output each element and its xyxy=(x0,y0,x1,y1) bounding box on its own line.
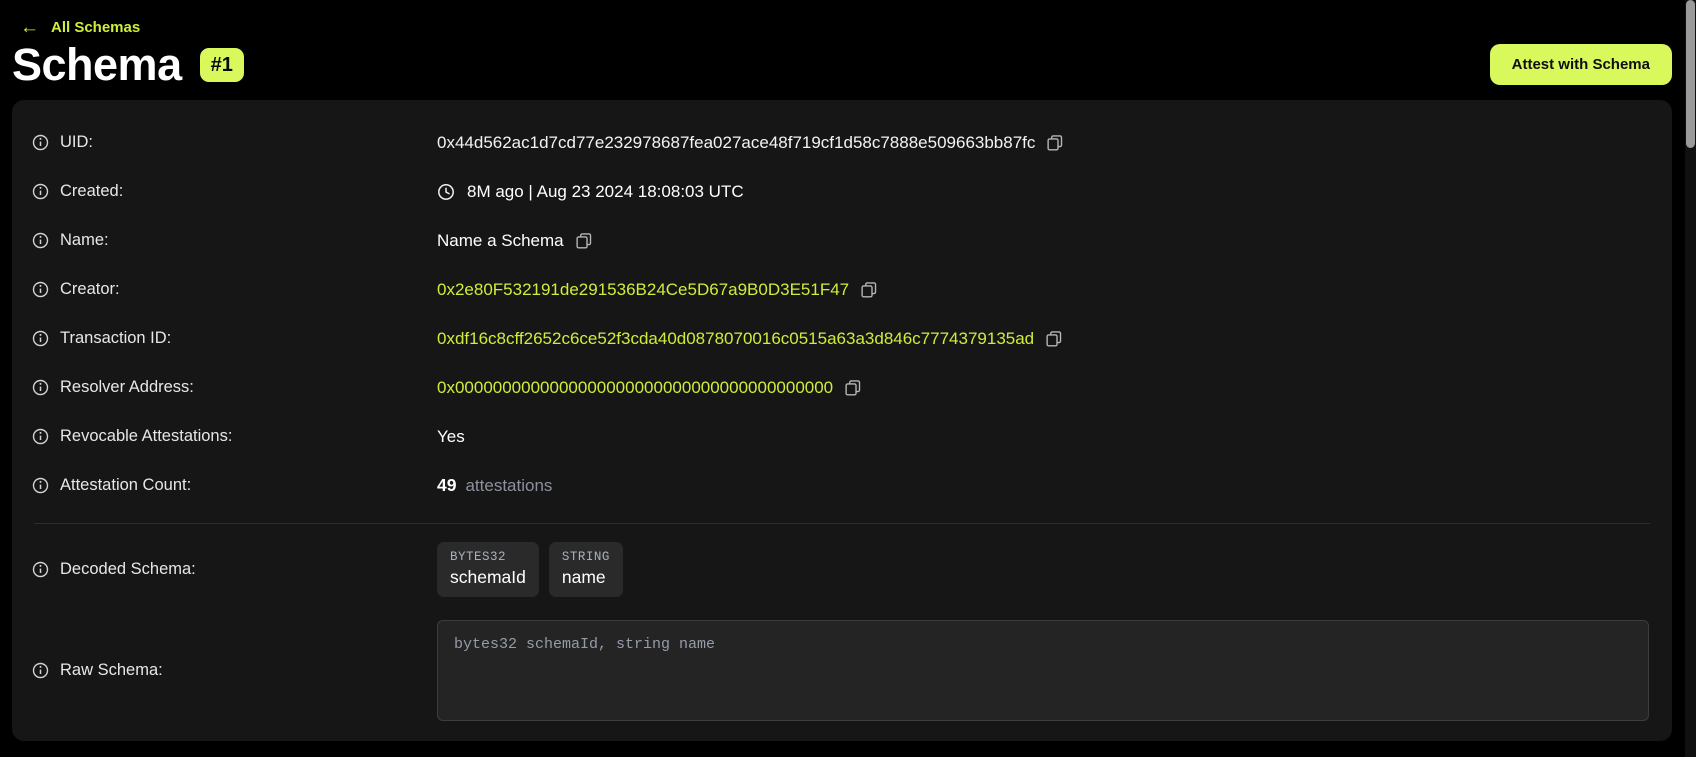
attestation-count-value: 49 xyxy=(437,475,456,496)
schema-number-badge: #1 xyxy=(200,48,244,82)
schema-detail-page: ← All Schemas Schema #1 Attest with Sche… xyxy=(0,0,1696,757)
info-icon xyxy=(32,281,49,298)
transaction-id-link[interactable]: 0xdf16c8cff2652c6ce52f3cda40d0878070016c… xyxy=(437,329,1034,349)
field-name: name xyxy=(562,567,610,588)
detail-row-uid: UID: 0x44d562ac1d7cd77e232978687fea027ac… xyxy=(32,118,1652,167)
transaction-id-label: Transaction ID: xyxy=(60,329,171,348)
detail-row-creator: Creator: 0x2e80F532191de291536B24Ce5D67a… xyxy=(32,265,1652,314)
clock-icon xyxy=(437,183,455,201)
raw-schema-textarea[interactable]: bytes32 schemaId, string name xyxy=(437,620,1649,721)
field-name: schemaId xyxy=(450,567,526,588)
resolver-address-link[interactable]: 0x00000000000000000000000000000000000000… xyxy=(437,378,833,398)
back-link-label: All Schemas xyxy=(51,19,140,36)
info-icon xyxy=(32,330,49,347)
scrollbar[interactable] xyxy=(1685,0,1696,757)
decoded-schema-label: Decoded Schema: xyxy=(60,560,196,579)
creator-label: Creator: xyxy=(60,280,120,299)
decoded-schema-chips: BYTES32 schemaId STRING name xyxy=(437,542,623,597)
back-to-all-schemas-link[interactable]: ← All Schemas xyxy=(20,18,140,37)
copy-icon[interactable] xyxy=(844,379,861,396)
detail-row-raw-schema: Raw Schema: bytes32 schemaId, string nam… xyxy=(32,620,1652,721)
info-icon xyxy=(32,134,49,151)
schema-field-chip: BYTES32 schemaId xyxy=(437,542,539,597)
schema-field-chip: STRING name xyxy=(549,542,623,597)
section-divider xyxy=(34,523,1650,524)
info-icon xyxy=(32,379,49,396)
info-icon xyxy=(32,561,49,578)
detail-row-resolver-address: Resolver Address: 0x00000000000000000000… xyxy=(32,363,1652,412)
detail-row-name: Name: Name a Schema xyxy=(32,216,1652,265)
attestation-count-label: Attestation Count: xyxy=(60,476,191,495)
copy-icon[interactable] xyxy=(1046,134,1063,151)
attestations-link[interactable]: attestations xyxy=(465,476,552,496)
field-type: STRING xyxy=(562,550,610,564)
uid-value: 0x44d562ac1d7cd77e232978687fea027ace48f7… xyxy=(437,133,1035,153)
detail-row-attestation-count: Attestation Count: 49 attestations xyxy=(32,461,1652,510)
created-label: Created: xyxy=(60,182,123,201)
raw-schema-label: Raw Schema: xyxy=(60,661,163,680)
title-row: Schema #1 Attest with Schema xyxy=(12,41,1672,88)
copy-icon[interactable] xyxy=(860,281,877,298)
schema-details-card: UID: 0x44d562ac1d7cd77e232978687fea027ac… xyxy=(12,100,1672,741)
detail-row-created: Created: 8M ago | Aug 23 2024 18:08:03 U… xyxy=(32,167,1652,216)
revocable-label: Revocable Attestations: xyxy=(60,427,232,446)
creator-address-link[interactable]: 0x2e80F532191de291536B24Ce5D67a9B0D3E51F… xyxy=(437,280,849,300)
info-icon xyxy=(32,232,49,249)
detail-row-revocable: Revocable Attestations: Yes xyxy=(32,412,1652,461)
copy-icon[interactable] xyxy=(1045,330,1062,347)
detail-row-decoded-schema: Decoded Schema: BYTES32 schemaId STRING … xyxy=(32,536,1652,602)
revocable-value: Yes xyxy=(437,427,465,447)
scrollbar-thumb[interactable] xyxy=(1686,0,1695,148)
created-value: 8M ago | Aug 23 2024 18:08:03 UTC xyxy=(467,182,744,202)
back-arrow-icon: ← xyxy=(20,18,39,37)
info-icon xyxy=(32,183,49,200)
name-value: Name a Schema xyxy=(437,231,564,251)
info-icon xyxy=(32,477,49,494)
attest-with-schema-button[interactable]: Attest with Schema xyxy=(1490,44,1672,85)
info-icon xyxy=(32,662,49,679)
field-type: BYTES32 xyxy=(450,550,526,564)
resolver-address-label: Resolver Address: xyxy=(60,378,194,397)
copy-icon[interactable] xyxy=(575,232,592,249)
uid-label: UID: xyxy=(60,133,93,152)
page-title: Schema xyxy=(12,41,182,88)
info-icon xyxy=(32,428,49,445)
detail-row-transaction-id: Transaction ID: 0xdf16c8cff2652c6ce52f3c… xyxy=(32,314,1652,363)
name-label: Name: xyxy=(60,231,109,250)
